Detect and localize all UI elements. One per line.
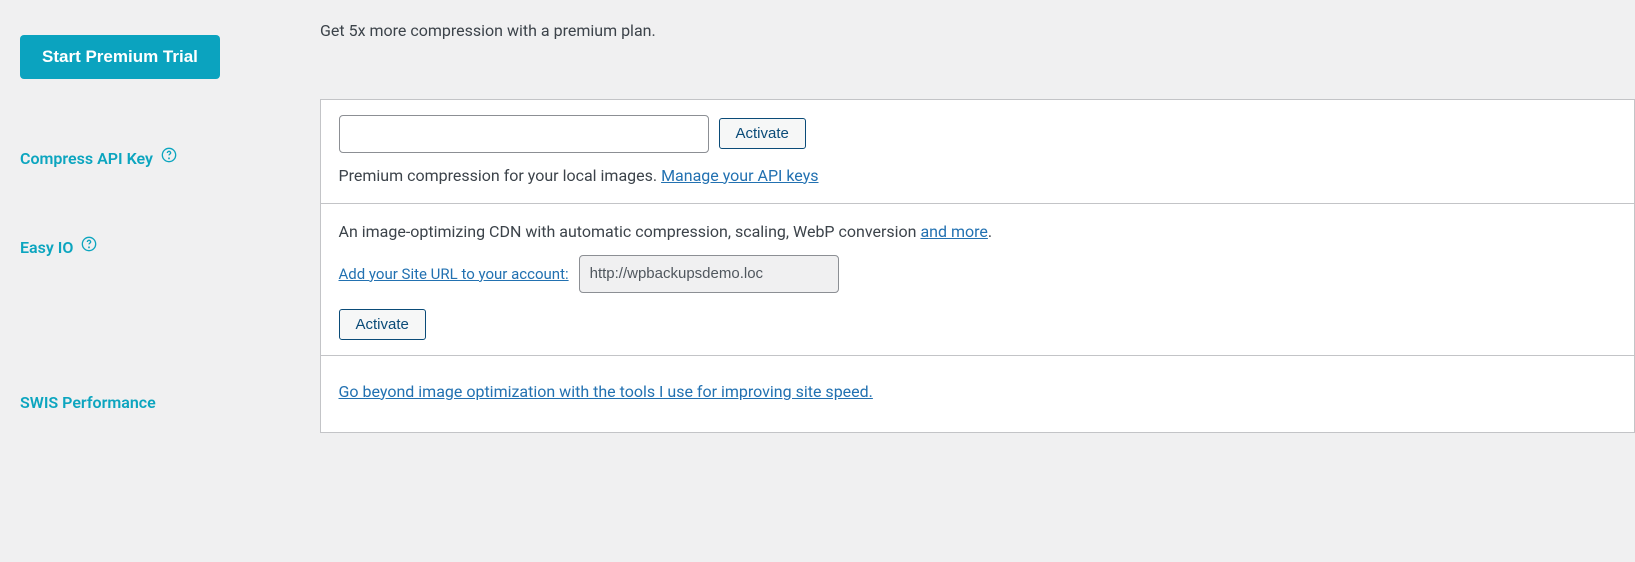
help-icon[interactable] (161, 147, 177, 163)
activate-easyio-button[interactable]: Activate (339, 309, 426, 340)
activate-api-key-button[interactable]: Activate (719, 118, 806, 149)
trial-description: Get 5x more compression with a premium p… (320, 21, 656, 40)
add-site-url-link[interactable]: Add your Site URL to your account: (339, 265, 569, 283)
help-icon[interactable] (81, 236, 97, 252)
manage-api-keys-link[interactable]: Manage your API keys (661, 166, 818, 185)
easyio-description: An image-optimizing CDN with automatic c… (339, 222, 921, 241)
compress-api-key-label: Compress API Key (20, 149, 153, 168)
easyio-and-more-link[interactable]: and more (920, 222, 987, 241)
api-key-input[interactable] (339, 115, 709, 153)
swis-performance-label: SWIS Performance (20, 393, 156, 412)
site-url-input[interactable] (579, 255, 839, 293)
swis-performance-link[interactable]: Go beyond image optimization with the to… (339, 382, 873, 401)
compress-description: Premium compression for your local image… (339, 166, 662, 185)
easyio-period: . (988, 222, 992, 241)
easy-io-label: Easy IO (20, 238, 73, 257)
start-premium-trial-button[interactable]: Start Premium Trial (20, 35, 220, 79)
